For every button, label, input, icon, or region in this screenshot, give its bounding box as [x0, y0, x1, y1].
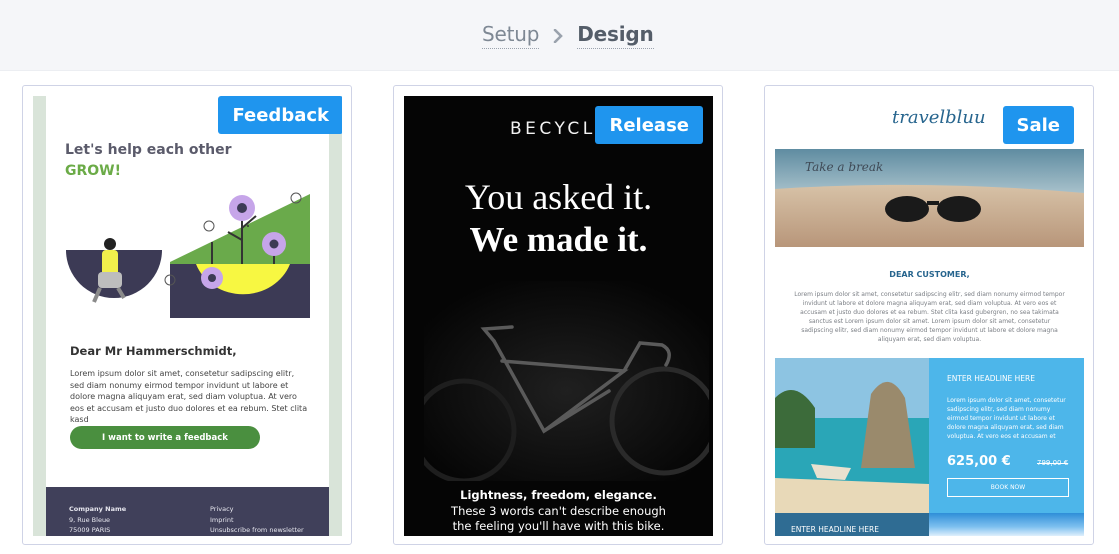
template-preview-sale: travelbluu Take a break DEAR CUSTOMER, L…	[775, 96, 1084, 536]
offer-price: 625,00 €	[947, 454, 1011, 469]
breadcrumb-setup[interactable]: Setup	[482, 22, 539, 49]
template-badge-sale: Sale	[1002, 106, 1074, 144]
template-preview-release: BECYCLE You asked it. We made it. Lightn…	[404, 96, 713, 536]
breadcrumb-design[interactable]: Design	[577, 22, 654, 49]
template-preview-feedback: Let's help each other GROW! Dear Mr Hamm…	[33, 96, 342, 536]
email-footer: Company Name 9, Rue Bleue 75009 PARIS Pr…	[46, 487, 329, 536]
feedback-cta-button: I want to write a feedback	[70, 426, 260, 449]
release-text-line-1: These 3 words can't describe enough	[451, 504, 666, 518]
headline-line-2: We made it.	[469, 220, 648, 259]
headline-line-1: You asked it.	[464, 177, 653, 217]
second-offer-band: ENTER HEADLINE HERE	[775, 513, 929, 536]
bicycle-image	[424, 281, 709, 481]
footer-city: 75009 PARIS	[69, 526, 111, 534]
top-bar: Setup Design	[0, 0, 1119, 71]
template-badge-feedback: Feedback	[218, 96, 342, 134]
footer-link-imprint: Imprint	[210, 515, 234, 524]
email-text: Lorem ipsum dolor sit amet, consetetur s…	[70, 369, 308, 424]
offer-heading: ENTER HEADLINE HERE	[947, 374, 1036, 383]
travel-logo: travelbluu	[892, 107, 986, 128]
release-tagline: Lightness, freedom, elegance.	[460, 488, 657, 502]
offer-text: Lorem ipsum dolor sit amet, consetetur s…	[947, 397, 1066, 440]
offer-old-price: 799,00 €	[1037, 459, 1069, 467]
email-text: Lorem ipsum dolor sit amet, consetetur s…	[794, 291, 1065, 343]
template-badge-release: Release	[595, 106, 703, 144]
release-text-line-2: the feeling you'll have with this bike.	[452, 518, 665, 533]
book-now-button: BOOK NOW	[947, 478, 1069, 497]
template-card-sale[interactable]: travelbluu Take a break DEAR CUSTOMER, L…	[764, 85, 1094, 545]
footer-link-privacy: Privacy	[210, 505, 234, 513]
template-card-release[interactable]: BECYCLE You asked it. We made it. Lightn…	[393, 85, 723, 545]
sky-image	[929, 513, 1084, 536]
island-photo	[775, 358, 929, 513]
release-text: These 3 words can't describe enough the …	[404, 504, 713, 533]
footer-link-unsubscribe: Unsubscribe from newsletter	[210, 526, 304, 534]
growth-illustration	[66, 192, 310, 318]
template-card-feedback[interactable]: Let's help each other GROW! Dear Mr Hamm…	[22, 85, 352, 545]
footer-company: Company Name	[69, 505, 127, 513]
breadcrumb: Setup Design	[482, 22, 654, 49]
hero-caption: Take a break	[805, 160, 884, 174]
footer-address: Company Name 9, Rue Bleue 75009 PARIS	[69, 504, 126, 536]
email-greeting: DEAR CUSTOMER,	[889, 270, 970, 279]
second-offer-heading: ENTER HEADLINE HERE	[791, 525, 880, 534]
email-greeting: Dear Mr Hammerschmidt,	[70, 344, 237, 358]
email-body: Let's help each other GROW! Dear Mr Hamm…	[46, 96, 329, 536]
footer-links: Privacy Imprint Unsubscribe from newslet…	[210, 504, 304, 536]
offer-panel: ENTER HEADLINE HERE Lorem ipsum dolor si…	[929, 358, 1084, 513]
chevron-right-icon	[539, 28, 577, 43]
footer-street: 9, Rue Bleue	[69, 515, 111, 524]
